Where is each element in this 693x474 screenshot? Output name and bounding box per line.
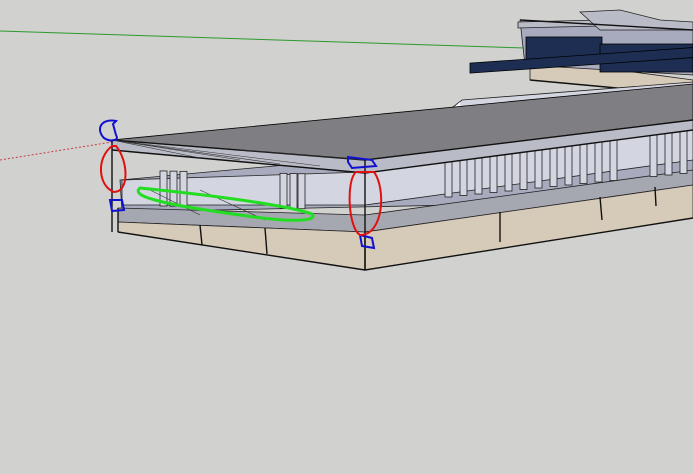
interior-column[interactable] (459, 158, 468, 196)
interior-column[interactable] (179, 170, 188, 207)
interior-column[interactable] (679, 129, 688, 174)
interior-column[interactable] (279, 172, 288, 209)
interior-column[interactable] (504, 152, 513, 192)
interior-column[interactable] (609, 138, 618, 181)
interior-column[interactable] (664, 131, 673, 176)
interior-column[interactable] (519, 150, 528, 190)
interior-column[interactable] (444, 160, 453, 198)
interior-column[interactable] (289, 173, 298, 209)
interior-column[interactable] (579, 142, 588, 184)
interior-column[interactable] (169, 170, 178, 207)
3d-scene[interactable] (0, 0, 693, 474)
modeling-viewport[interactable] (0, 0, 693, 474)
interior-column[interactable] (474, 156, 483, 195)
interior-column[interactable] (594, 140, 603, 183)
interior-column[interactable] (564, 144, 573, 186)
interior-column[interactable] (649, 133, 658, 177)
interior-column[interactable] (534, 148, 543, 189)
interior-column[interactable] (489, 154, 498, 193)
interior-column[interactable] (549, 146, 558, 187)
interior-column[interactable] (297, 173, 306, 210)
